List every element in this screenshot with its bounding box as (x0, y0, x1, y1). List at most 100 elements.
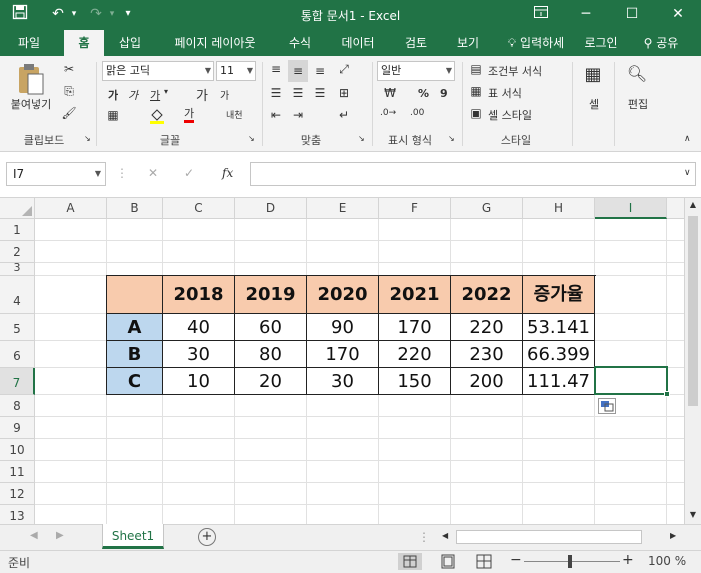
column-header[interactable]: C (163, 198, 235, 219)
horizontal-scrollbar[interactable] (456, 530, 642, 544)
row-header[interactable]: 9 (0, 417, 35, 439)
fill-handle[interactable] (664, 391, 670, 397)
font-name-select[interactable]: 맑은 고딕 ▼ (102, 61, 214, 81)
table-cell[interactable]: 170 (307, 341, 379, 368)
copy-icon[interactable]: ⎘ (60, 84, 78, 99)
bold-button[interactable]: 가 (108, 87, 118, 103)
scroll-down-icon[interactable]: ▼ (687, 510, 699, 519)
page-break-icon[interactable] (474, 553, 494, 570)
font-size-select[interactable]: 11 ▼ (216, 61, 256, 81)
maximize-button[interactable]: ☐ (609, 0, 655, 30)
table-row-label[interactable]: B (107, 341, 163, 368)
paste-icon[interactable] (14, 62, 48, 96)
name-box-dropdown-icon[interactable]: ▼ (95, 163, 101, 185)
row-header[interactable]: 13 (0, 505, 35, 524)
table-cell[interactable]: 220 (451, 314, 523, 341)
tab-split-handle[interactable]: ⋮ (418, 530, 430, 544)
cut-icon[interactable]: ✂ (60, 62, 78, 76)
tab-view[interactable]: 보기 (448, 30, 488, 56)
table-cell[interactable]: 10 (163, 368, 235, 395)
tab-file[interactable]: 파일 (4, 30, 54, 56)
cell-styles-icon[interactable]: ▣ (468, 106, 484, 120)
find-icon[interactable]: 🔍︎ (624, 64, 650, 90)
enter-icon[interactable]: ✓ (184, 166, 194, 180)
column-header[interactable]: B (107, 198, 163, 219)
underline-dropdown-icon[interactable]: ▾ (164, 87, 168, 96)
merge-center-icon[interactable]: ⊞ (334, 86, 354, 100)
ribbon-display-icon[interactable] (518, 0, 564, 30)
column-header[interactable]: E (307, 198, 379, 219)
expand-formula-icon[interactable]: ∨ (684, 168, 691, 178)
tab-home[interactable]: 홈 (64, 30, 104, 56)
table-cell[interactable]: 66.399 (523, 341, 595, 368)
table-cell[interactable]: 60 (235, 314, 307, 341)
wrap-text-icon[interactable]: ↵ (334, 108, 354, 122)
row-header[interactable]: 3 (0, 262, 35, 276)
column-header[interactable]: D (235, 198, 307, 219)
table-cell[interactable]: 200 (451, 368, 523, 395)
zoom-in-icon[interactable]: + (622, 552, 634, 568)
font-color-button[interactable]: 가 (184, 107, 195, 123)
cells-button[interactable]: 셀 (584, 96, 604, 112)
table-header-cell[interactable]: 2020 (307, 276, 379, 314)
zoom-slider-thumb[interactable] (568, 555, 572, 568)
tab-page-layout[interactable]: 페이지 레이아웃 (162, 30, 268, 56)
prev-sheet-icon[interactable]: ◀ (30, 530, 38, 541)
scroll-left-icon[interactable]: ◀ (442, 531, 448, 540)
alignment-launcher-icon[interactable]: ↘ (358, 134, 365, 143)
row-header[interactable]: 1 (0, 219, 35, 241)
format-table-button[interactable]: 표 서식 (488, 85, 522, 101)
spreadsheet-grid[interactable]: A B C D E F G H I 1 2 3 4 5 6 7 8 9 10 1… (0, 198, 684, 524)
align-left-icon[interactable]: ☰ (266, 86, 286, 100)
column-header[interactable]: H (523, 198, 595, 219)
format-painter-icon[interactable]: 🖌︎ (60, 106, 78, 120)
currency-icon[interactable]: ₩ (380, 86, 400, 100)
align-center-icon[interactable]: ☰ (288, 86, 308, 100)
conditional-format-icon[interactable]: ▤ (468, 62, 484, 76)
minimize-button[interactable]: ─ (563, 0, 609, 30)
underline-button[interactable]: 가 (150, 87, 160, 103)
formula-input[interactable] (250, 162, 696, 186)
cells-icon[interactable]: ▦ (580, 64, 606, 90)
orientation-icon[interactable]: ⤢ (334, 62, 354, 77)
new-sheet-icon[interactable]: + (198, 528, 216, 546)
zoom-slider[interactable] (524, 561, 620, 562)
table-header-cell[interactable]: 2022 (451, 276, 523, 314)
paste-button[interactable]: 붙여넣기 (6, 96, 56, 112)
table-header-cell[interactable]: 증가율 (523, 276, 595, 314)
tab-data[interactable]: 데이터 (332, 30, 384, 56)
clipboard-launcher-icon[interactable]: ↘ (84, 134, 91, 143)
row-header[interactable]: 6 (0, 341, 35, 368)
number-format-select[interactable]: 일반 ▼ (377, 61, 455, 81)
table-cell[interactable]: 53.141 (523, 314, 595, 341)
cancel-icon[interactable]: ✕ (148, 166, 158, 180)
selected-cell[interactable] (594, 366, 668, 395)
normal-view-icon[interactable] (398, 553, 422, 570)
row-header-selected[interactable]: 7 (0, 368, 35, 395)
close-button[interactable]: ✕ (655, 0, 701, 30)
vertical-scrollbar[interactable]: ▲ ▼ (684, 198, 701, 524)
table-row-label[interactable]: C (107, 368, 163, 395)
table-cell[interactable]: 30 (163, 341, 235, 368)
zoom-level[interactable]: 100 % (648, 554, 686, 568)
fill-color-icon[interactable] (148, 108, 166, 127)
row-header[interactable]: 11 (0, 461, 35, 483)
table-cell[interactable]: 20 (235, 368, 307, 395)
row-header[interactable]: 4 (0, 276, 35, 314)
sheet-tab-active[interactable]: Sheet1 (102, 524, 164, 549)
grow-font-button[interactable]: 가 (196, 85, 208, 104)
table-cell[interactable]: 40 (163, 314, 235, 341)
editing-button[interactable]: 편집 (624, 96, 652, 112)
decrease-indent-icon[interactable]: ⇤ (266, 108, 286, 122)
name-box[interactable]: I7 ▼ (6, 162, 106, 186)
table-cell[interactable]: 30 (307, 368, 379, 395)
select-all-corner[interactable] (0, 198, 35, 219)
next-sheet-icon[interactable]: ▶ (56, 530, 64, 541)
row-header[interactable]: 10 (0, 439, 35, 461)
scroll-up-icon[interactable]: ▲ (687, 200, 699, 209)
tell-me-box[interactable]: 💡︎ 입력하세 (500, 30, 572, 56)
sign-in-link[interactable]: 로그인 (578, 30, 624, 56)
share-button[interactable]: ⚲ 공유 (628, 30, 694, 56)
increase-indent-icon[interactable]: ⇥ (288, 108, 308, 122)
cell-styles-button[interactable]: 셀 스타일 (488, 107, 532, 123)
